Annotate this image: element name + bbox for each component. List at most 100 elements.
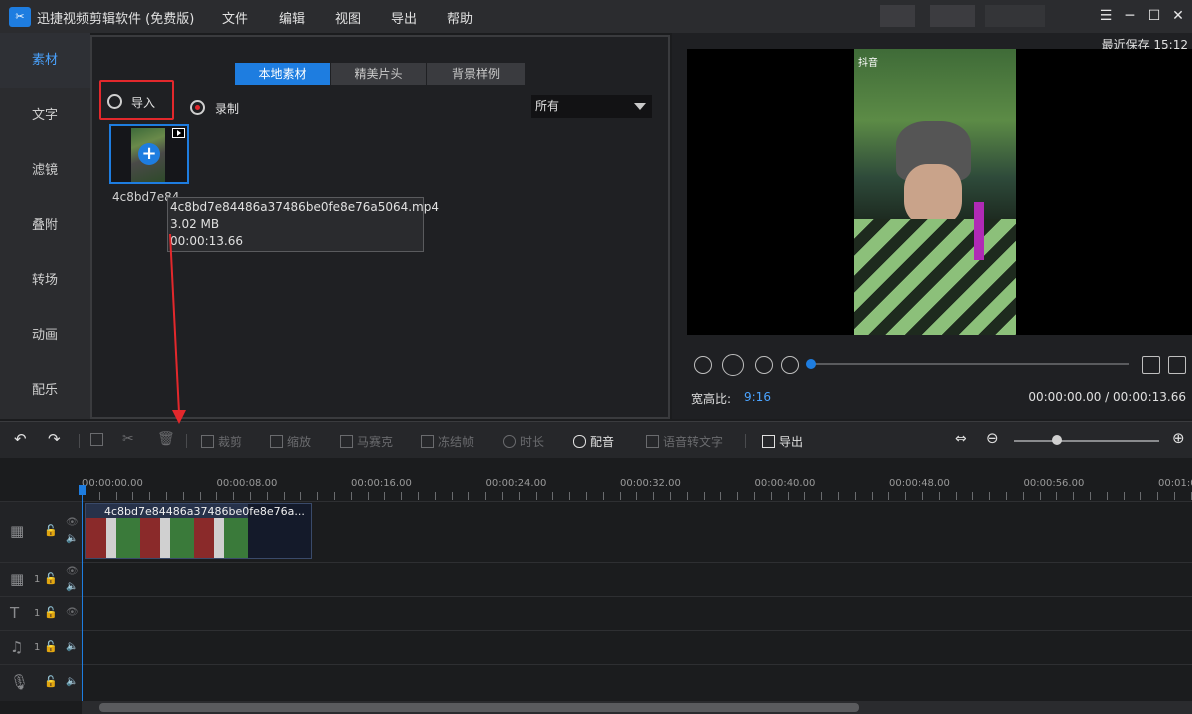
undo-icon[interactable]: ↶ [14,430,27,448]
stop-icon[interactable] [781,356,799,374]
menu-view[interactable]: 视图 [335,8,361,27]
redo-icon[interactable]: ↷ [48,430,61,448]
speaker-icon[interactable]: 🔈 [66,581,78,592]
tooltip-filename: 4c8bd7e84486a37486be0fe8e76a5064.mp4 [170,200,439,214]
record-button[interactable]: 录制 [215,100,239,117]
sidebar-item-filters[interactable]: 滤镜 [0,143,90,198]
ruler-tick [922,492,923,500]
maximize-icon[interactable]: ☐ [1146,8,1162,24]
freeze-label: 冻结帧 [438,435,475,449]
lock-icon[interactable]: 🔓 [44,675,58,688]
aspect-ratio-label: 宽高比: [691,392,732,406]
tab-local-media[interactable]: 本地素材 [235,63,330,85]
record-icon[interactable] [190,100,205,115]
eye-icon[interactable]: 👁 [66,566,79,577]
import-button[interactable]: 导入 [99,80,174,120]
ruler-tick [720,492,721,500]
ruler-tick [1040,492,1041,500]
timeline-scrollbar-thumb[interactable] [99,703,859,712]
mosaic-button[interactable]: 马赛克 [340,433,393,450]
cut-icon[interactable]: ✂ [122,431,134,447]
menu-export[interactable]: 导出 [391,8,417,27]
next-frame-icon[interactable] [755,356,773,374]
delete-icon[interactable]: 🗑 [157,431,175,447]
add-to-timeline-icon[interactable]: + [138,143,160,165]
ruler-tick [1090,492,1091,500]
sidebar-item-text[interactable]: 文字 [0,88,90,143]
toolbar-divider [745,434,746,448]
zoom-button[interactable]: 缩放 [270,433,311,450]
timeline-zoom-slider[interactable] [1014,440,1159,442]
lock-icon[interactable]: 🔓 [44,524,58,537]
freeze-frame-button[interactable]: 冻结帧 [421,433,474,450]
ruler-tick [368,492,369,500]
zoom-in-icon[interactable]: ⊕ [1172,429,1185,447]
sidebar-item-music[interactable]: 配乐 [0,363,90,418]
fullscreen-icon[interactable] [1168,356,1186,374]
ruler-tick [872,492,873,500]
seek-bar[interactable] [809,363,1129,365]
volume-icon[interactable] [1142,356,1160,374]
ruler-tick [956,492,957,500]
sidebar-item-overlay[interactable]: 叠附 [0,198,90,253]
lock-icon[interactable]: 🔓 [44,606,58,619]
media-thumbnail[interactable]: + [109,124,189,184]
mosaic-icon [340,435,353,448]
clip-frames [86,518,248,558]
menu-edit[interactable]: 编辑 [279,8,305,27]
speaker-icon[interactable]: 🔈 [66,676,78,687]
text-track: T 1 🔓 👁 [0,596,1192,630]
sidebar-item-animation[interactable]: 动画 [0,308,90,363]
app-title: 迅捷视频剪辑软件 (免费版) [37,12,195,27]
export-button[interactable]: 导出 [762,433,803,450]
crop-button[interactable]: 裁剪 [201,433,242,450]
ruler-tick [216,492,217,500]
eye-icon[interactable]: 👁 [66,607,79,618]
ruler-tick [855,492,856,500]
fit-timeline-icon[interactable]: ⇔ [955,431,967,447]
menu-file[interactable]: 文件 [222,8,248,27]
sidebar-item-transitions[interactable]: 转场 [0,253,90,308]
minimize-icon[interactable]: ─ [1122,8,1138,24]
title-bar: ✂ 迅捷视频剪辑软件 (免费版) 文件 编辑 视图 导出 帮助 ☰ ─ ☐ ✕ [0,0,1192,33]
zoom-out-icon[interactable]: ⊖ [986,429,999,447]
speech-to-text-button[interactable]: 语音转文字 [646,433,723,450]
tab-backgrounds[interactable]: 背景样例 [427,63,525,85]
lock-icon[interactable]: 🔓 [44,640,58,653]
edit-icon[interactable] [90,433,107,447]
ruler-tick [166,492,167,500]
aspect-ratio-value[interactable]: 9:16 [744,390,771,404]
prev-frame-icon[interactable] [694,356,712,374]
eye-icon[interactable]: 👁 [66,517,79,528]
menu-help[interactable]: 帮助 [447,8,473,27]
tooltip-size: 3.02 MB [170,217,220,231]
export-label: 导出 [779,435,804,449]
timeline-ruler[interactable]: 00:00:00.00 00:00:08.00 00:00:16.00 00:00:2… [82,459,1192,501]
timeline-scrollbar[interactable] [82,701,1192,714]
speaker-icon[interactable]: 🔈 [66,641,78,652]
ruler-tick [653,492,654,500]
voiceover-button[interactable]: 配音 [573,433,614,450]
ruler-tick [132,492,133,500]
playhead[interactable] [82,487,83,714]
ruler-tick [620,492,621,500]
tab-intros[interactable]: 精美片头 [331,63,426,85]
sidebar-item-media[interactable]: 素材 [0,33,90,88]
close-icon[interactable]: ✕ [1170,8,1186,24]
lock-icon[interactable]: 🔓 [44,572,58,585]
timeline-video-clip[interactable]: 4c8bd7e84486a37486be0fe8e76a... [85,503,312,559]
menu-icon[interactable]: ☰ [1098,8,1114,24]
seek-handle[interactable] [806,359,816,369]
ruler-tick [603,492,604,500]
ruler-tick-label: 00:00:24.00 [485,478,547,489]
play-icon[interactable] [722,354,744,376]
crop-icon [201,435,214,448]
video-preview[interactable]: 抖音 [687,49,1192,335]
speaker-icon[interactable]: 🔈 [66,533,78,544]
blurred-info [985,5,1045,27]
media-filter-select[interactable]: 所有 [531,95,652,118]
ruler-tick [1124,492,1125,500]
duration-button[interactable]: 时长 [503,433,544,450]
microphone-icon: 🎙 [10,673,30,691]
timeline-zoom-handle[interactable] [1052,435,1062,445]
